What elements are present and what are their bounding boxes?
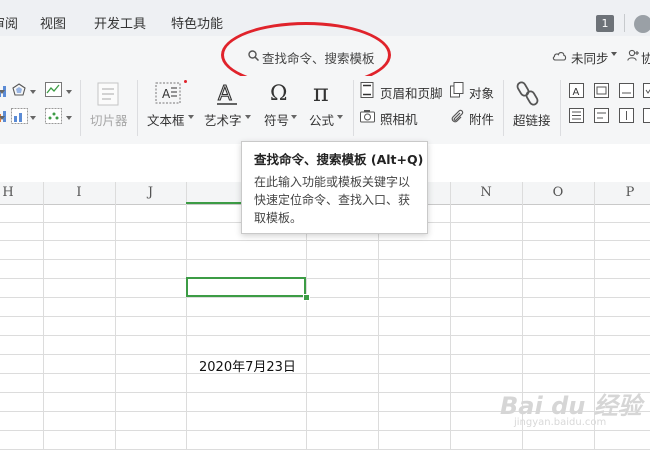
new-badge-dot bbox=[184, 80, 187, 83]
column-header-p[interactable]: P bbox=[594, 185, 650, 200]
slicer-icon bbox=[97, 82, 119, 106]
scroll-control-icon[interactable] bbox=[619, 108, 634, 123]
tab-review[interactable]: 审阅 bbox=[0, 13, 18, 32]
cell-date-value[interactable]: 2020年7月23日 bbox=[199, 356, 296, 375]
svg-text:Ω: Ω bbox=[270, 81, 287, 105]
title-divider bbox=[624, 14, 625, 32]
chevron-down-icon bbox=[291, 115, 297, 119]
form-box-icon[interactable] bbox=[594, 83, 609, 98]
cloud-icon bbox=[552, 52, 567, 61]
grid-row-line bbox=[0, 316, 650, 317]
grid-row-line bbox=[0, 335, 650, 336]
window-count-badge[interactable]: 1 bbox=[596, 15, 614, 32]
grid-row-line bbox=[0, 354, 650, 355]
tooltip-line: 快速定位命令、查找入口、获 bbox=[254, 193, 411, 207]
column-header-o[interactable]: O bbox=[522, 185, 594, 200]
scatter-chart-icon[interactable] bbox=[45, 108, 62, 124]
attachment-button[interactable]: 附件 bbox=[469, 109, 494, 128]
avatar[interactable] bbox=[634, 15, 650, 33]
tab-special-features[interactable]: 特色功能 bbox=[171, 13, 223, 32]
selected-cell[interactable] bbox=[186, 277, 306, 297]
column-header-j[interactable]: J bbox=[115, 185, 186, 200]
symbol-button[interactable]: 符号 bbox=[264, 110, 289, 129]
tooltip-title: 查找命令、搜索模板 (Alt+Q) bbox=[254, 152, 424, 167]
tab-developer[interactable]: 开发工具 bbox=[94, 13, 146, 32]
column-header-i[interactable]: I bbox=[43, 185, 115, 200]
list-control-icon[interactable] bbox=[569, 108, 584, 123]
grid-row-line bbox=[0, 297, 650, 298]
textbox-icon[interactable]: A bbox=[154, 80, 182, 106]
ribbon-separator bbox=[560, 80, 561, 136]
ribbon-separator bbox=[353, 80, 354, 136]
object-icon[interactable] bbox=[450, 82, 464, 98]
object-button[interactable]: 对象 bbox=[469, 83, 494, 102]
line-chart-icon[interactable] bbox=[45, 82, 62, 97]
header-footer-icon[interactable] bbox=[360, 82, 374, 98]
wordart-icon[interactable]: A bbox=[214, 80, 240, 106]
hyperlink-button[interactable]: 超链接 bbox=[513, 110, 551, 129]
chevron-down-icon bbox=[30, 116, 36, 120]
spin-control-icon[interactable] bbox=[643, 108, 650, 123]
chevron-down-icon bbox=[66, 116, 72, 120]
link-icon[interactable] bbox=[516, 80, 540, 108]
grid-row-line bbox=[0, 259, 650, 260]
chevron-down-icon bbox=[245, 115, 251, 119]
svg-text:A: A bbox=[218, 81, 232, 105]
header-footer-button[interactable]: 页眉和页脚 bbox=[380, 83, 443, 102]
chevron-down-icon bbox=[0, 116, 5, 120]
grid-row-line bbox=[0, 373, 650, 374]
chevron-down-icon bbox=[188, 115, 194, 119]
radar-chart-icon[interactable] bbox=[11, 83, 27, 97]
wordart-button[interactable]: 艺术字 bbox=[204, 110, 242, 129]
slicer-button: 切片器 bbox=[90, 113, 128, 128]
collaborate-icon bbox=[627, 49, 639, 61]
textbox-button[interactable]: 文本框 bbox=[147, 110, 185, 129]
formula-button[interactable]: 公式 bbox=[309, 110, 334, 129]
svg-text:A: A bbox=[573, 87, 580, 98]
watermark-url: jingyan.baidu.com bbox=[514, 417, 607, 428]
column-header-n[interactable]: N bbox=[450, 185, 522, 200]
svg-text:π: π bbox=[313, 80, 329, 106]
ribbon-separator bbox=[503, 80, 504, 136]
ribbon-separator bbox=[80, 80, 81, 136]
tooltip-line: 取模板。 bbox=[254, 211, 303, 225]
form-field-icon[interactable] bbox=[619, 83, 634, 98]
svg-text:A: A bbox=[162, 87, 171, 101]
pi-formula-icon[interactable]: π bbox=[311, 80, 339, 106]
paperclip-icon[interactable] bbox=[450, 108, 464, 124]
chevron-down-icon bbox=[337, 115, 343, 119]
chevron-down-icon bbox=[30, 90, 36, 94]
chevron-down-icon bbox=[611, 52, 617, 56]
tooltip-line: 在此输入功能或模板关键字以 bbox=[254, 175, 411, 189]
chevron-down-icon bbox=[0, 90, 5, 94]
omega-symbol-icon[interactable]: Ω bbox=[267, 80, 293, 106]
collaborate-button[interactable]: 协 bbox=[641, 48, 650, 67]
ribbon-separator bbox=[137, 80, 138, 136]
grid-row-line bbox=[0, 430, 650, 431]
column-header-h[interactable]: H bbox=[0, 185, 16, 200]
area-chart-icon[interactable] bbox=[11, 108, 28, 124]
grid-row-line bbox=[0, 240, 650, 241]
fill-handle[interactable] bbox=[303, 294, 310, 301]
camera-icon[interactable] bbox=[360, 109, 375, 123]
grid-row-line bbox=[0, 278, 650, 279]
camera-button[interactable]: 照相机 bbox=[380, 109, 418, 128]
form-text-icon[interactable]: A bbox=[569, 83, 584, 98]
tab-view[interactable]: 视图 bbox=[40, 13, 66, 32]
chevron-down-icon bbox=[66, 90, 72, 94]
checkbox-control-icon[interactable] bbox=[643, 83, 650, 98]
watermark-logo: Bai du 经验 bbox=[500, 392, 642, 420]
combo-control-icon[interactable] bbox=[594, 108, 609, 123]
sync-status[interactable]: 未同步 bbox=[571, 48, 609, 67]
